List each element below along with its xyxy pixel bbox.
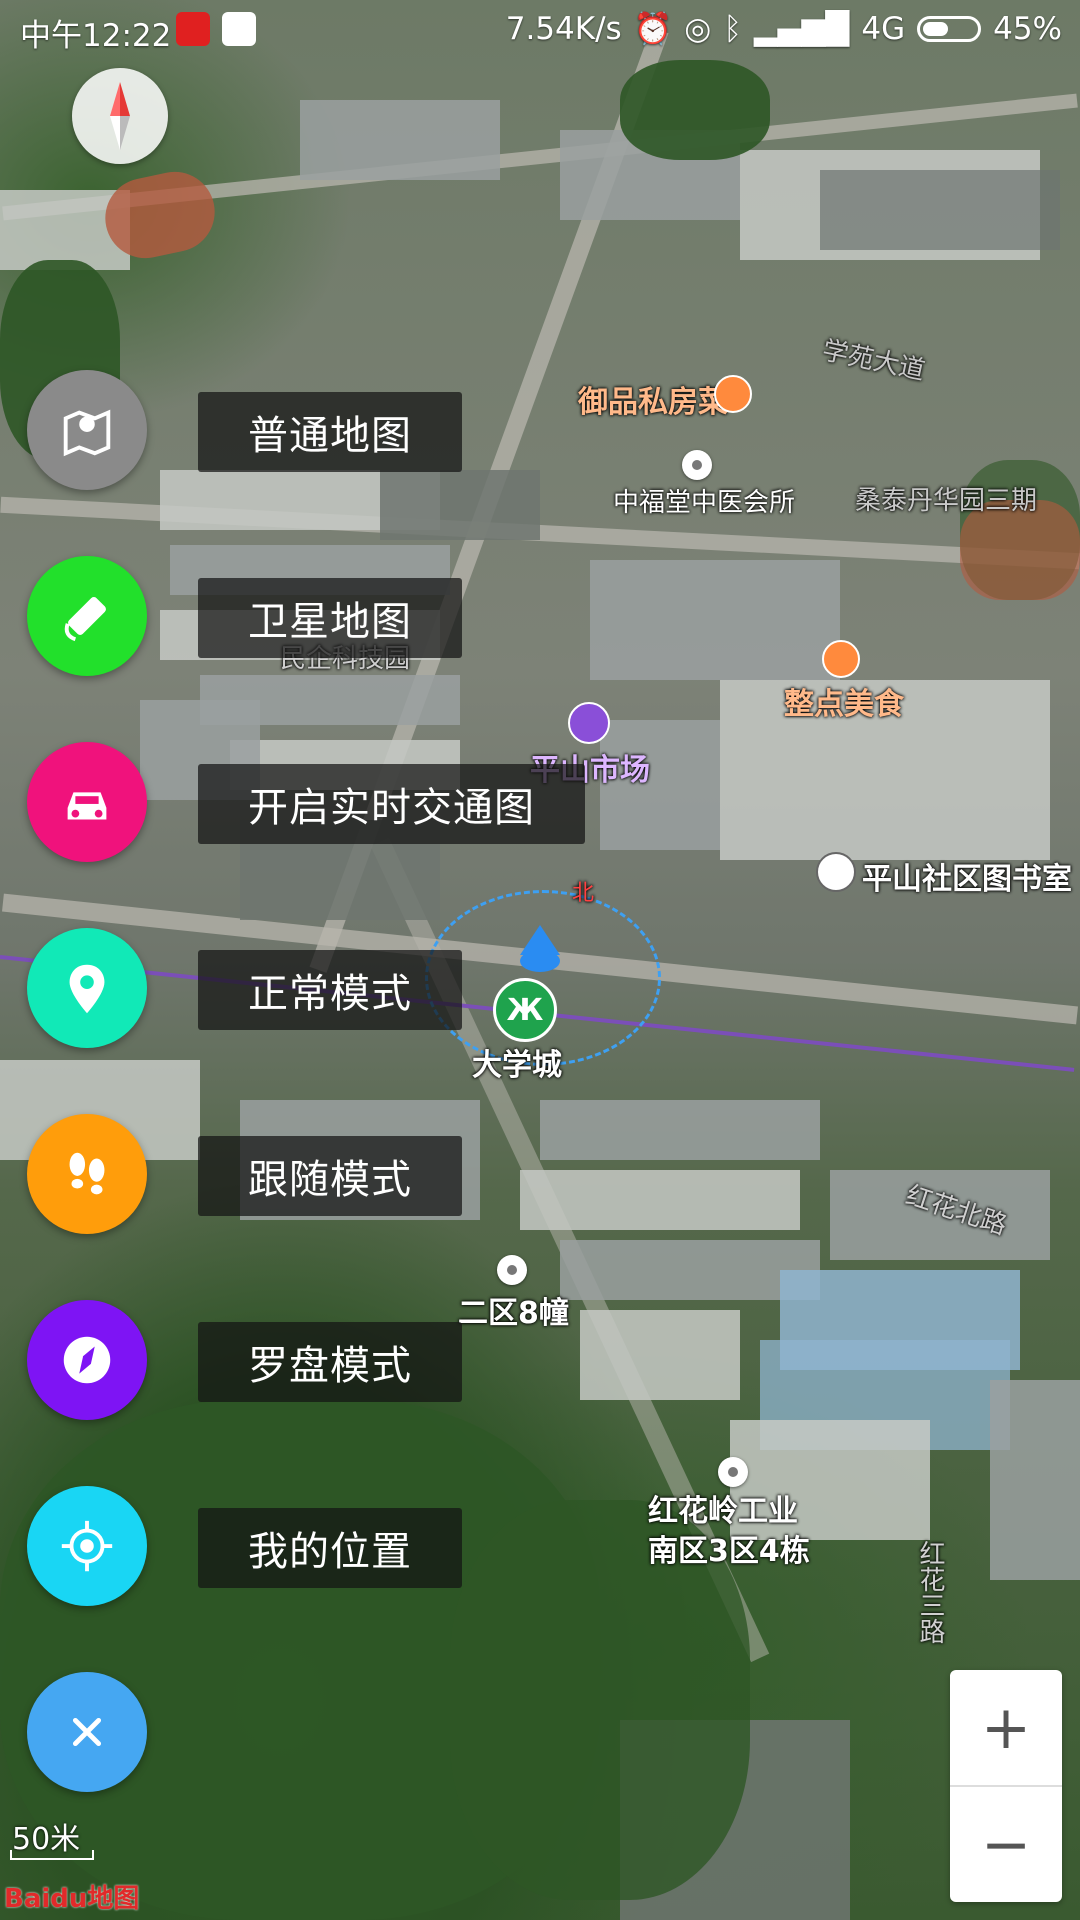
poi-restaurant[interactable]: 御品私房菜 [578,377,728,421]
map-icon [63,409,111,457]
close-menu-button[interactable] [27,1672,147,1792]
zoom-in-button[interactable]: + [950,1670,1062,1785]
location-pin-icon [69,964,105,1014]
shopping-bag-icon[interactable] [568,702,610,744]
traffic-label[interactable]: 开启实时交通图 [198,764,585,844]
battery-icon [917,15,982,42]
zoom-control: + − [950,1670,1062,1902]
poi-dot-icon[interactable] [497,1255,527,1285]
poi-food[interactable]: 整点美食 [784,679,904,723]
satellite-icon [64,597,106,642]
poi-dot-icon[interactable] [718,1457,748,1487]
compass-mode-button[interactable] [27,1300,147,1420]
library-icon[interactable] [816,852,856,892]
my-location-label[interactable]: 我的位置 [198,1508,462,1588]
poi-estate[interactable]: 桑泰丹华园三期 [855,480,1037,517]
alarm-icon: ⏰ [633,11,673,47]
poi-industrial[interactable]: 红花岭工业 南区3区4栋 [648,1492,810,1572]
my-location-button[interactable] [27,1486,147,1606]
wifi-hotspot-icon: ◎ [684,10,712,47]
poi-clinic[interactable]: 中福堂中医会所 [613,482,795,519]
status-bar: 中午12:22 7.54K/s ⏰ ◎ ᛒ ▂▄▆█ 4G 45% [0,0,1080,60]
location-dot [520,950,560,972]
car-icon [67,792,107,820]
poi-station[interactable]: 大学城 [472,1040,562,1084]
compass-button[interactable] [72,68,168,164]
netease-music-icon [176,12,210,46]
road-label: 红花三路 [915,1540,945,1644]
restaurant-icon[interactable] [822,640,860,678]
crosshair-icon [61,1520,113,1572]
poi-dot-icon[interactable] [682,450,712,480]
compass-icon [63,1336,111,1384]
follow-mode-label[interactable]: 跟随模式 [198,1136,462,1216]
scale-bar [10,1850,94,1860]
qq-icon [222,12,256,46]
bluetooth-icon: ᛒ [723,10,742,47]
battery-level: 45% [993,10,1062,47]
net-speed: 7.54K/s [505,10,622,47]
satellite-map-label[interactable]: 卫星地图 [198,578,462,658]
normal-mode-label[interactable]: 正常模式 [198,950,462,1030]
normal-map-button[interactable] [27,370,147,490]
baidu-map-logo: Baidu地图 [4,1884,140,1914]
status-time: 中午12:22 [20,18,172,54]
normal-map-label[interactable]: 普通地图 [198,392,462,472]
restaurant-icon[interactable] [714,375,752,413]
satellite-map-button[interactable] [27,556,147,676]
poi-building8[interactable]: 二区8幢 [458,1288,569,1332]
metro-icon[interactable]: Ж [493,978,557,1042]
compass-mode-label[interactable]: 罗盘模式 [198,1322,462,1402]
compass-needle-icon [110,82,130,150]
close-icon [72,1717,102,1747]
zoom-out-button[interactable]: − [950,1787,1062,1902]
signal-icon: ▂▄▆█ [753,10,850,47]
normal-mode-button[interactable] [27,928,147,1048]
follow-mode-button[interactable] [27,1114,147,1234]
poi-library[interactable]: 平山社区图书室 [862,854,1072,898]
north-indicator: 北 [572,881,595,906]
footprints-icon [69,1152,105,1195]
traffic-button[interactable] [27,742,147,862]
network-type: 4G [861,10,906,47]
